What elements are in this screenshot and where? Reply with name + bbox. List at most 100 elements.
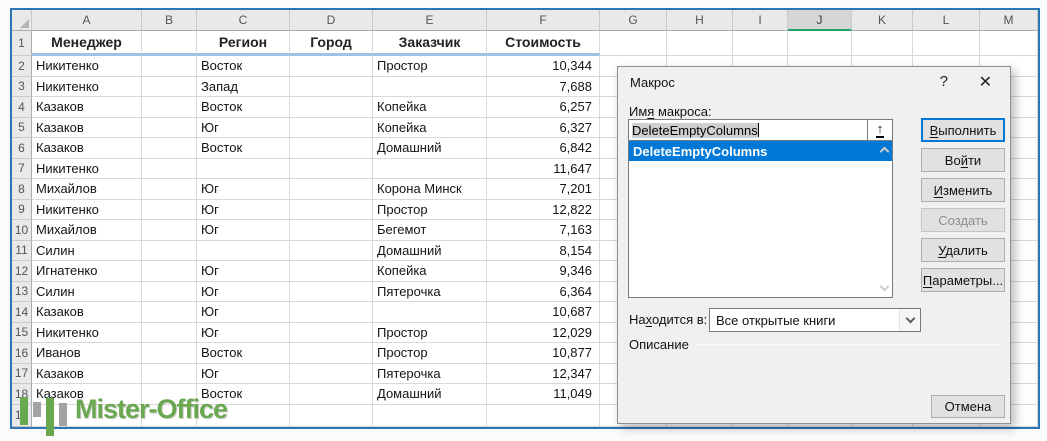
cell-C4[interactable]: Восток [197, 97, 290, 118]
cell-A2[interactable]: Никитенко [32, 56, 142, 77]
scroll-down-icon[interactable] [880, 282, 890, 292]
cell-A17[interactable]: Казаков [32, 364, 142, 385]
cell-C8[interactable]: Юг [197, 179, 290, 200]
cell-H1[interactable] [667, 31, 733, 56]
row-header-12[interactable]: 12 [12, 261, 32, 282]
row-header-10[interactable]: 10 [12, 220, 32, 241]
cell-E5[interactable]: Копейка [373, 118, 487, 139]
cell-D19[interactable] [290, 405, 373, 428]
cell-F11[interactable]: 8,154 [487, 241, 600, 262]
row-header-8[interactable]: 8 [12, 179, 32, 200]
row-header-9[interactable]: 9 [12, 200, 32, 221]
cell-B15[interactable] [142, 323, 197, 344]
cell-E11[interactable]: Домашний [373, 241, 487, 262]
cell-D18[interactable] [290, 384, 373, 405]
step-into-button[interactable]: Войти [921, 148, 1005, 172]
column-header-L[interactable]: L [913, 10, 980, 31]
cell-E15[interactable]: Простор [373, 323, 487, 344]
row-header-11[interactable]: 11 [12, 241, 32, 262]
header-cell-E1[interactable]: Заказчик [373, 31, 487, 56]
row-header-15[interactable]: 15 [12, 323, 32, 344]
row-header-5[interactable]: 5 [12, 118, 32, 139]
cell-C10[interactable]: Юг [197, 220, 290, 241]
cell-D15[interactable] [290, 323, 373, 344]
column-header-J[interactable]: J [788, 10, 852, 31]
options-button[interactable]: Параметры... [921, 268, 1005, 292]
cell-D9[interactable] [290, 200, 373, 221]
row-header-7[interactable]: 7 [12, 159, 32, 180]
row-header-13[interactable]: 13 [12, 282, 32, 303]
row-header-14[interactable]: 14 [12, 302, 32, 323]
cell-F16[interactable]: 10,877 [487, 343, 600, 364]
cell-F3[interactable]: 7,688 [487, 77, 600, 98]
cell-F10[interactable]: 7,163 [487, 220, 600, 241]
cell-B7[interactable] [142, 159, 197, 180]
cell-B10[interactable] [142, 220, 197, 241]
cell-F6[interactable]: 6,842 [487, 138, 600, 159]
cell-F15[interactable]: 12,029 [487, 323, 600, 344]
cell-E8[interactable]: Корона Минск [373, 179, 487, 200]
cell-D11[interactable] [290, 241, 373, 262]
header-cell-B1[interactable] [142, 31, 197, 56]
cell-C11[interactable] [197, 241, 290, 262]
cell-A6[interactable]: Казаков [32, 138, 142, 159]
row-header-6[interactable]: 6 [12, 138, 32, 159]
cell-B5[interactable] [142, 118, 197, 139]
cell-B12[interactable] [142, 261, 197, 282]
cell-C6[interactable]: Восток [197, 138, 290, 159]
cell-D13[interactable] [290, 282, 373, 303]
cell-B16[interactable] [142, 343, 197, 364]
cell-D3[interactable] [290, 77, 373, 98]
cell-D4[interactable] [290, 97, 373, 118]
cell-E7[interactable] [373, 159, 487, 180]
macro-list[interactable]: DeleteEmptyColumns [628, 140, 893, 298]
column-header-H[interactable]: H [667, 10, 733, 31]
cell-A10[interactable]: Михайлов [32, 220, 142, 241]
column-header-C[interactable]: C [197, 10, 290, 31]
column-header-M[interactable]: M [980, 10, 1038, 31]
cell-E10[interactable]: Бегемот [373, 220, 487, 241]
cancel-button[interactable]: Отмена [931, 395, 1005, 418]
delete-button[interactable]: Удалить [921, 238, 1005, 262]
row-header-17[interactable]: 17 [12, 364, 32, 385]
cell-C14[interactable]: Юг [197, 302, 290, 323]
cell-B3[interactable] [142, 77, 197, 98]
cell-D2[interactable] [290, 56, 373, 77]
cell-E18[interactable]: Домашний [373, 384, 487, 405]
cell-E6[interactable]: Домашний [373, 138, 487, 159]
macro-name-input[interactable]: DeleteEmptyColumns [628, 119, 868, 141]
column-header-B[interactable]: B [142, 10, 197, 31]
collapse-dialog-button[interactable]: ↑ [867, 119, 893, 141]
cell-D10[interactable] [290, 220, 373, 241]
cell-B8[interactable] [142, 179, 197, 200]
cell-D7[interactable] [290, 159, 373, 180]
cell-A5[interactable]: Казаков [32, 118, 142, 139]
cell-C3[interactable]: Запад [197, 77, 290, 98]
cell-C12[interactable]: Юг [197, 261, 290, 282]
cell-F12[interactable]: 9,346 [487, 261, 600, 282]
cell-F17[interactable]: 12,347 [487, 364, 600, 385]
help-icon[interactable]: ? [940, 73, 948, 90]
cell-C16[interactable]: Восток [197, 343, 290, 364]
cell-F2[interactable]: 10,344 [487, 56, 600, 77]
cell-C5[interactable]: Юг [197, 118, 290, 139]
cell-K1[interactable] [852, 31, 913, 56]
cell-E2[interactable]: Простор [373, 56, 487, 77]
cell-A4[interactable]: Казаков [32, 97, 142, 118]
cell-A13[interactable]: Силин [32, 282, 142, 303]
cell-G1[interactable] [600, 31, 667, 56]
cell-B11[interactable] [142, 241, 197, 262]
cell-B13[interactable] [142, 282, 197, 303]
cell-F13[interactable]: 6,364 [487, 282, 600, 303]
column-header-A[interactable]: A [32, 10, 142, 31]
cell-A12[interactable]: Игнатенко [32, 261, 142, 282]
cell-E9[interactable]: Простор [373, 200, 487, 221]
cell-F7[interactable]: 11,647 [487, 159, 600, 180]
cell-F9[interactable]: 12,822 [487, 200, 600, 221]
cell-F5[interactable]: 6,327 [487, 118, 600, 139]
column-header-D[interactable]: D [290, 10, 373, 31]
run-button[interactable]: Выполнить [921, 118, 1005, 142]
located-in-select[interactable]: Все открытые книги [709, 308, 921, 332]
cell-C2[interactable]: Восток [197, 56, 290, 77]
cell-D8[interactable] [290, 179, 373, 200]
